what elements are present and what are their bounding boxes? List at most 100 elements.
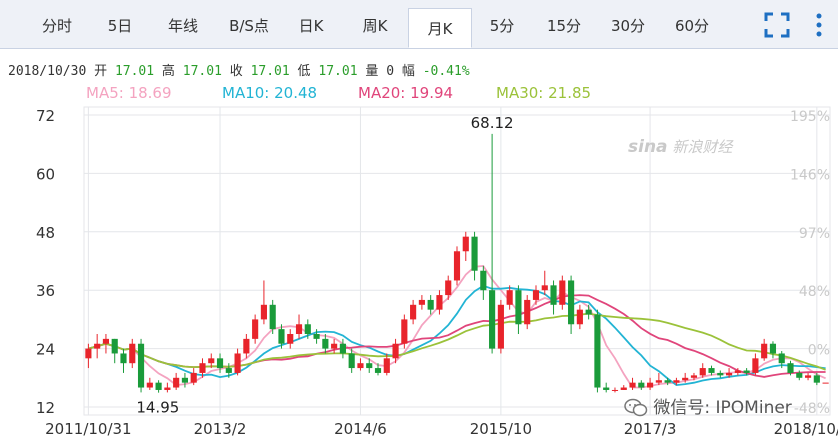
y-tick-label: 48 xyxy=(36,224,55,242)
candle-body xyxy=(199,363,206,373)
candle-body xyxy=(445,280,452,296)
candle-body xyxy=(761,343,768,359)
candle-body xyxy=(102,338,110,344)
sina-logo: sina xyxy=(628,137,668,157)
candle-body xyxy=(725,372,733,376)
candle-body xyxy=(427,299,434,310)
candle-body xyxy=(532,290,540,300)
candle-body xyxy=(322,338,329,349)
candle-body xyxy=(752,358,759,373)
candle-body xyxy=(550,285,557,305)
candle-body xyxy=(515,290,522,325)
candle-body xyxy=(181,377,189,383)
candle-body xyxy=(620,387,627,390)
candle-body xyxy=(655,380,662,383)
y-tick-label: 36 xyxy=(36,282,55,300)
candle-body xyxy=(804,375,812,378)
y-tick-label: 24 xyxy=(36,341,55,359)
candle-body xyxy=(603,387,610,390)
ma30-line xyxy=(88,312,826,371)
candle-body xyxy=(287,334,294,344)
candle-body xyxy=(778,353,785,364)
candle-body xyxy=(611,389,619,391)
candle-body xyxy=(436,295,443,310)
candle-body xyxy=(339,343,346,354)
candle-body xyxy=(366,363,373,369)
x-tick-label: 2018/10/30 xyxy=(774,420,838,438)
candle-body xyxy=(734,370,741,373)
y-tick-label: 72 xyxy=(36,107,55,125)
candle-body xyxy=(234,353,241,373)
candle-body xyxy=(392,343,399,359)
candle-body xyxy=(401,319,408,344)
candle-body xyxy=(497,304,504,349)
extreme-value-label: 68.12 xyxy=(471,114,514,132)
candle-body xyxy=(506,290,513,305)
candle-body xyxy=(304,324,311,334)
sina-watermark: sina 新浪财经 xyxy=(628,136,732,157)
candle-body xyxy=(357,363,364,369)
candle-body xyxy=(682,377,689,381)
candle-body xyxy=(690,375,698,378)
sina-watermark-text: 新浪财经 xyxy=(672,138,733,156)
candle-body xyxy=(225,368,232,373)
wechat-watermark: 微信号: IPOMiner xyxy=(624,393,792,418)
candle-body xyxy=(489,290,496,349)
candle-body xyxy=(129,343,136,364)
candle-body xyxy=(699,368,706,376)
candle-body xyxy=(822,382,829,384)
candle-body xyxy=(94,343,101,349)
candle-body xyxy=(216,358,224,369)
candle-body xyxy=(295,324,303,334)
y-tick-label-right: 97% xyxy=(799,226,830,242)
x-tick-label: 2011/10/31 xyxy=(45,420,131,438)
x-tick-label: 2014/6 xyxy=(334,420,387,438)
candle-body xyxy=(260,304,267,320)
candles xyxy=(85,133,829,393)
candle-body xyxy=(568,280,575,325)
candle-body xyxy=(769,343,777,354)
candle-body xyxy=(120,353,127,364)
candle-body xyxy=(190,372,197,383)
candle-body xyxy=(664,380,671,383)
candle-body xyxy=(673,380,680,383)
candle-body xyxy=(647,382,654,388)
candle-body xyxy=(743,370,750,373)
candle-body xyxy=(594,314,601,388)
y-tick-label-right: -48% xyxy=(794,401,830,417)
candle-body xyxy=(374,368,382,373)
candle-body xyxy=(708,368,715,373)
x-tick-label: 2015/10 xyxy=(470,420,532,438)
candle-body xyxy=(524,299,531,325)
candle-body xyxy=(348,353,355,369)
candle-body xyxy=(796,372,803,378)
y-tick-label-right: 195% xyxy=(790,109,830,125)
candle-body xyxy=(173,377,180,388)
x-tick-label: 2013/2 xyxy=(194,420,247,438)
candle-body xyxy=(252,319,259,339)
y-tick-label: 12 xyxy=(36,399,55,417)
candle-body xyxy=(208,358,215,364)
candle-body xyxy=(243,338,250,354)
candle-body xyxy=(410,304,417,320)
candle-body xyxy=(585,309,592,315)
candle-body xyxy=(278,329,285,344)
candle-body xyxy=(471,236,478,271)
extreme-value-label: 14.95 xyxy=(136,399,179,417)
y-tick-label: 60 xyxy=(36,165,55,183)
candle-body xyxy=(146,382,153,388)
candle-body xyxy=(541,285,548,291)
y-tick-label-right: 146% xyxy=(790,167,830,183)
candle-body xyxy=(629,382,636,388)
wechat-icon xyxy=(624,398,648,417)
candle-body xyxy=(559,280,566,305)
candle-body xyxy=(480,270,487,291)
y-tick-label-right: 0% xyxy=(808,343,830,359)
candlestick-chart: 72 195% 60 146% 48 97% 36 48% 24 0% 12 -48% 2011/10/… xyxy=(36,106,838,438)
candle-body xyxy=(164,387,171,390)
candle-body xyxy=(717,372,724,376)
candle-body xyxy=(383,358,390,373)
candle-body xyxy=(85,348,92,359)
x-tick-label: 2017/3 xyxy=(624,420,677,438)
candle-body xyxy=(787,363,794,373)
